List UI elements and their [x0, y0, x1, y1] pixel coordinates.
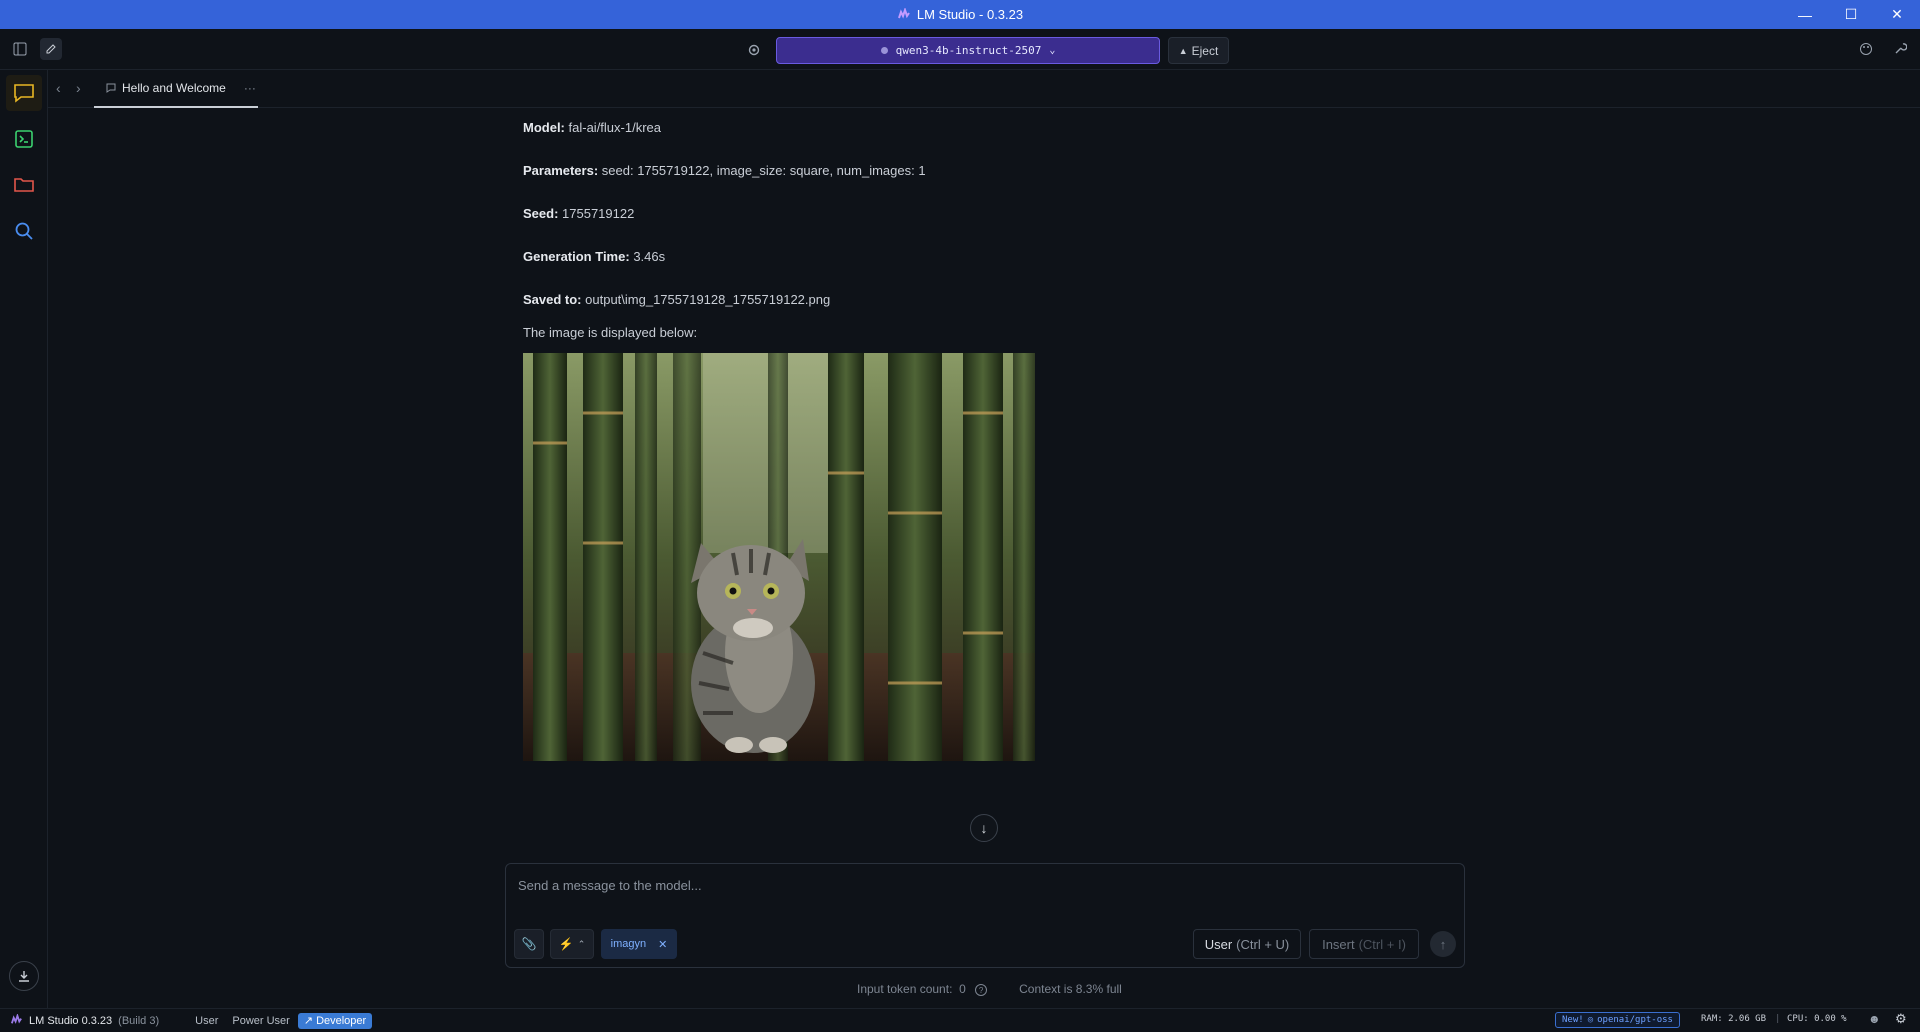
arrow-down-icon: ↓ — [980, 820, 988, 836]
window-title-text: LM Studio - 0.3.23 — [916, 7, 1024, 22]
attach-file-button[interactable]: 📎 — [514, 929, 544, 959]
sidebar-item-chat[interactable] — [6, 75, 42, 111]
token-count: Input token count: 0 ? — [857, 982, 988, 996]
paperclip-icon: 📎 — [521, 937, 537, 951]
ram-usage: RAM: 2.06 GB — [1701, 1014, 1767, 1024]
send-as-user-button[interactable]: User (Ctrl + U) — [1193, 929, 1301, 959]
chevron-down-icon: ⌄ — [1049, 45, 1056, 56]
insert-label: Insert — [1322, 936, 1355, 952]
remove-chip-icon[interactable]: ✕ — [658, 938, 667, 951]
message-image-caption: The image is displayed below: — [523, 325, 698, 340]
mode-switch: User Power User ↗ Developer — [189, 1012, 373, 1029]
tab-label: Hello and Welcome — [122, 81, 226, 95]
chevron-left-icon[interactable]: ‹ — [56, 80, 61, 96]
sidebar-item-discover[interactable] — [6, 213, 42, 249]
chevron-up-icon: ⌃ — [577, 938, 586, 949]
send-button[interactable]: ↑ — [1430, 931, 1456, 957]
download-icon — [19, 971, 29, 982]
message-saved-to-line: Saved to: output\img_1755719128_17557191… — [523, 292, 831, 307]
model-loaded-icon — [880, 47, 888, 54]
app-build: (Build 3) — [118, 1014, 160, 1027]
lm-studio-status-logo-icon — [10, 1014, 22, 1024]
insert-shortcut: (Ctrl + I) — [1358, 936, 1406, 952]
model-name: qwen3-4b-instruct-2507 — [895, 44, 1042, 57]
new-chat-icon[interactable] — [40, 38, 62, 60]
user-mode-label: User — [1204, 936, 1233, 952]
terminal-icon — [15, 130, 33, 148]
maximize-icon[interactable]: ☐ — [1828, 0, 1874, 29]
message-input[interactable]: Send a message to the model... — [518, 878, 702, 893]
folder-icon — [14, 178, 34, 192]
sidebar-toggle-icon[interactable] — [9, 38, 31, 60]
model-selector[interactable]: qwen3-4b-instruct-2507 ⌄ — [776, 37, 1160, 64]
message-parameters-line: Parameters: seed: 1755719122, image_size… — [523, 163, 926, 178]
model-badge-icon: ◎ — [1587, 1015, 1594, 1025]
chat-bubble-icon — [14, 84, 34, 103]
mode-user[interactable]: User — [189, 1013, 224, 1029]
eject-label: Eject — [1191, 43, 1219, 58]
help-circle-icon[interactable]: ? — [975, 984, 988, 996]
tab-hello-and-welcome[interactable]: Hello and Welcome ··· — [94, 70, 258, 108]
user-mode-shortcut: (Ctrl + U) — [1236, 936, 1290, 952]
chat-content: Model: fal-ai/flux-1/krea Parameters: se… — [48, 108, 1900, 854]
search-icon — [15, 222, 33, 240]
more-options-icon[interactable]: ··· — [244, 81, 256, 95]
wrench-icon[interactable] — [1889, 38, 1911, 60]
scroll-to-bottom-button[interactable]: ↓ — [970, 814, 998, 842]
lm-studio-logo-icon — [897, 7, 910, 19]
eject-icon: ▲ — [1178, 45, 1188, 56]
arrow-up-icon: ↑ — [1439, 936, 1447, 952]
new-model-badge[interactable]: New! ◎ openai/gpt-oss — [1555, 1012, 1680, 1028]
theme-palette-icon[interactable] — [1855, 38, 1877, 60]
user-account-icon[interactable]: ☻ — [1868, 1012, 1881, 1026]
sidebar-item-developer[interactable] — [6, 121, 42, 157]
integrations-button[interactable]: ⚡ ⌃ — [550, 929, 594, 959]
plugin-chip-imagyn[interactable]: imagyn ✕ — [601, 929, 677, 959]
insert-button[interactable]: Insert (Ctrl + I) — [1309, 929, 1419, 959]
context-usage: Context is 8.3% full — [1019, 982, 1122, 996]
tab-bar: ‹ › Hello and Welcome ··· — [48, 70, 1920, 108]
downloads-button[interactable] — [9, 961, 39, 991]
mode-power-user[interactable]: Power User — [226, 1013, 295, 1029]
chat-tab-icon — [106, 83, 116, 93]
app-settings-gear-icon[interactable]: ⚙ — [1895, 1011, 1907, 1027]
close-icon[interactable]: ✕ — [1874, 0, 1920, 29]
cpu-usage: CPU: 0.00 % — [1787, 1014, 1847, 1024]
status-bar: LM Studio 0.3.23 (Build 3) User Power Us… — [0, 1008, 1920, 1032]
settings-gear-icon[interactable] — [743, 39, 765, 61]
minimize-icon[interactable]: — — [1782, 0, 1828, 29]
window-title: LM Studio - 0.3.23 — [897, 7, 1023, 22]
title-bar: LM Studio - 0.3.23 — ☐ ✕ — [0, 0, 1920, 29]
app-version[interactable]: LM Studio 0.3.23 — [29, 1015, 112, 1027]
token-info-row: Input token count: 0 ? Context is 8.3% f… — [857, 982, 1122, 996]
sidebar-item-my-models[interactable] — [6, 167, 42, 203]
mode-developer[interactable]: ↗ Developer — [297, 1012, 373, 1029]
message-model-line: Model: fal-ai/flux-1/krea — [523, 120, 661, 135]
message-composer[interactable]: Send a message to the model... 📎 ⚡ ⌃ ima… — [505, 863, 1465, 968]
cat-figure — [691, 539, 815, 753]
left-sidebar — [0, 70, 48, 1008]
top-toolbar: qwen3-4b-instruct-2507 ⌄ ▲ Eject — [0, 29, 1920, 70]
status-divider: | — [1775, 1014, 1781, 1024]
plug-icon: ⚡ — [558, 937, 574, 951]
message-seed-line: Seed: 1755719122 — [523, 206, 635, 221]
eject-button[interactable]: ▲ Eject — [1168, 37, 1229, 64]
plugin-chip-label: imagyn — [610, 938, 647, 950]
message-generation-time-line: Generation Time: 3.46s — [523, 249, 666, 264]
chevron-right-icon[interactable]: › — [76, 80, 81, 96]
wrench-small-icon: ↗ — [303, 1015, 314, 1027]
generated-image — [523, 353, 1035, 761]
lm-studio-window: LM Studio - 0.3.23 — ☐ ✕ qwen3-4b-instru… — [0, 0, 1920, 1032]
